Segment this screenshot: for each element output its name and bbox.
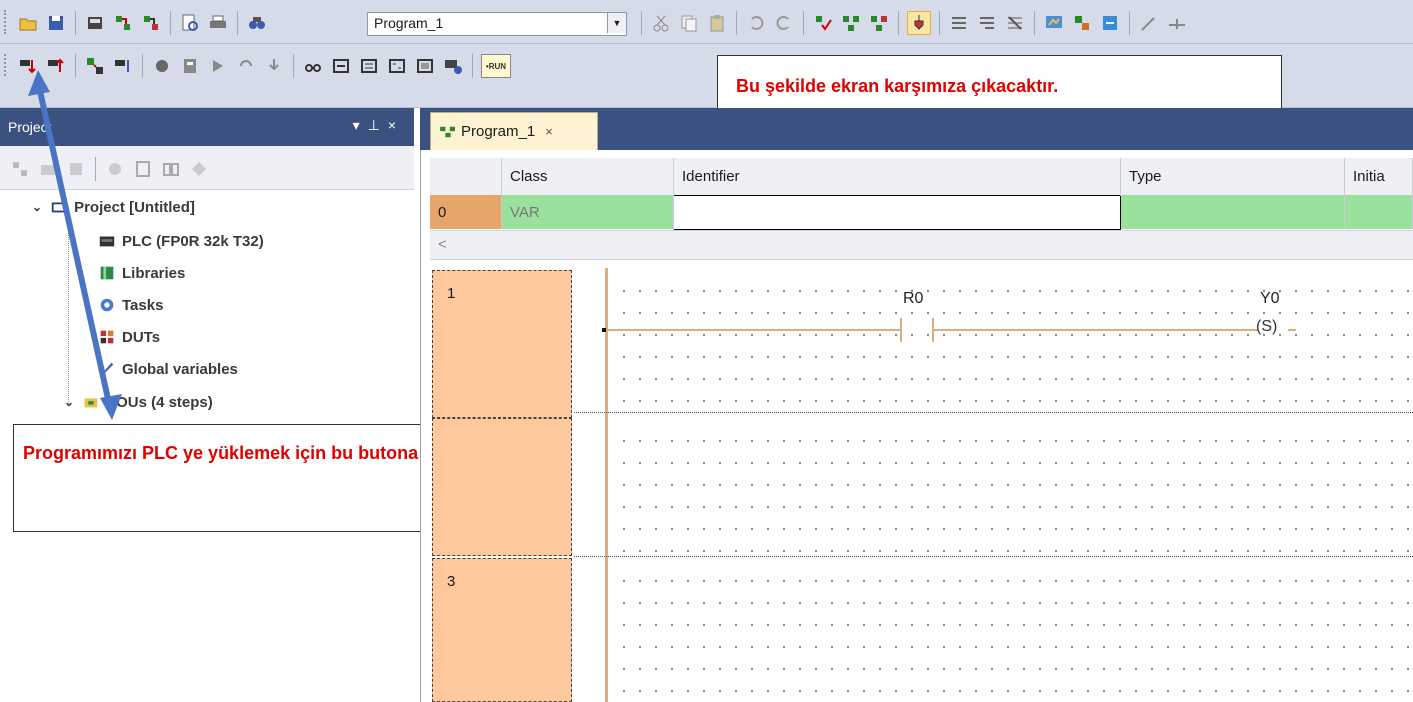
instruction-arrow: [28, 70, 122, 420]
